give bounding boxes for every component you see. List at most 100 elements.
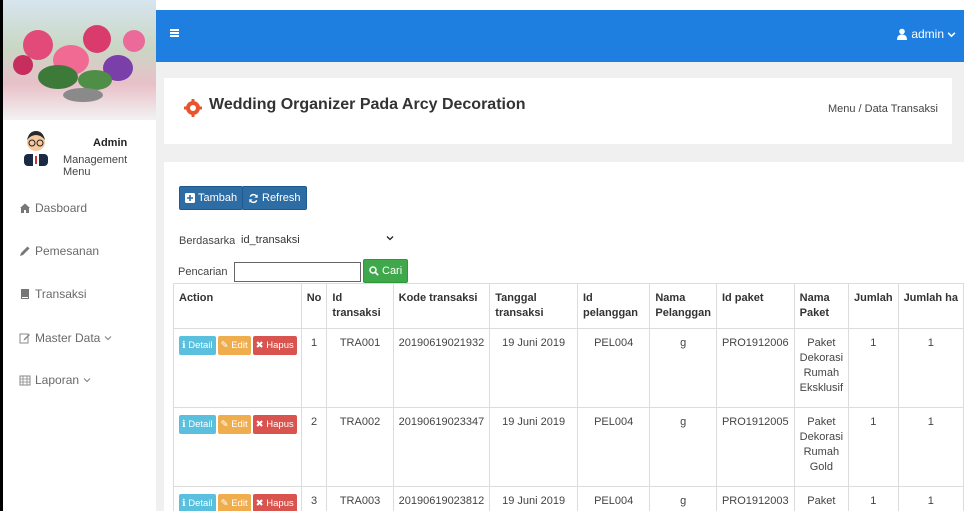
col-no: No	[300, 283, 328, 329]
admin-name: Admin	[93, 137, 128, 149]
user-icon	[897, 28, 908, 40]
col-id-transaksi: Id transaksi	[326, 283, 394, 329]
cell-nama-pelanggan: g	[649, 486, 717, 511]
sidebar-item-label: Pemesanan	[35, 244, 100, 258]
sidebar-item-label: Dasboard	[35, 201, 88, 215]
main-content: Tambah Refresh Berdasarkan: id_transaksi…	[164, 162, 964, 511]
sidebar-item-label: Master Data	[35, 331, 101, 345]
cell-jumlah-hari: 1	[897, 486, 964, 511]
top-navbar: admin	[156, 10, 964, 62]
cell-nama-paket: Paket Dekorasi Rumah Eksklusif	[793, 328, 850, 408]
pencil-icon	[20, 246, 30, 256]
filter-value: id_transaksi	[241, 234, 300, 246]
action-cell: ℹ Detail ✎ Edit ✖ Hapus	[173, 328, 302, 408]
cell-id-paket: PRO1912006	[715, 328, 795, 408]
detail-button[interactable]: ℹ Detail	[179, 336, 216, 355]
detail-button[interactable]: ℹ Detail	[179, 415, 216, 434]
cell-kode: 20190619021932	[392, 328, 491, 408]
cari-button[interactable]: Cari	[363, 259, 409, 283]
col-kode-transaksi: Kode transaksi	[392, 283, 491, 329]
action-cell: ℹ Detail ✎ Edit ✖ Hapus	[173, 407, 302, 487]
cell-nama-pelanggan: g	[649, 407, 717, 487]
cell-tanggal: 19 Juni 2019	[489, 407, 578, 487]
sidebar-item-pemesanan[interactable]: Pemesanan	[19, 244, 99, 258]
detail-button[interactable]: ℹ Detail	[179, 494, 216, 511]
user-menu[interactable]: admin	[896, 27, 956, 41]
edit-button[interactable]: ✎ Edit	[217, 415, 251, 434]
cell-id-pelanggan: PEL004	[576, 407, 651, 487]
page-header: Wedding Organizer Pada Arcy Decoration M…	[164, 78, 952, 144]
cell-kode: 20190619023347	[392, 407, 491, 487]
cell-jumlah: 1	[848, 328, 899, 408]
col-jumlah: Jumlah	[848, 283, 899, 329]
col-nama-pelanggan: Nama Pelanggan	[649, 283, 717, 329]
cell-no: 3	[300, 486, 328, 511]
refresh-button[interactable]: Refresh	[242, 186, 307, 210]
admin-role: Management Menu	[63, 154, 128, 178]
sidebar-item-dasboard[interactable]: Dasboard	[19, 201, 87, 215]
chevron-down-icon	[104, 336, 112, 341]
sidebar-item-label: Transaksi	[35, 287, 87, 301]
breadcrumb: Menu / Data Transaksi	[827, 103, 938, 115]
home-icon	[20, 203, 30, 213]
cell-no: 2	[300, 407, 328, 487]
cell-nama-pelanggan: g	[649, 328, 717, 408]
cell-jumlah: 1	[848, 486, 899, 511]
sidebar-item-master-data[interactable]: Master Data	[19, 331, 112, 345]
edit-icon	[19, 333, 30, 344]
sidebar-item-label: Laporan	[35, 373, 80, 387]
sidebar: Admin Management Menu Dasboard Pemesanan…	[0, 0, 156, 511]
transaksi-table: Action No Id transaksi Kode transaksi Ta…	[173, 283, 964, 511]
cell-jumlah: 1	[848, 407, 899, 487]
cell-id-pelanggan: PEL004	[576, 486, 651, 511]
gear-logo-icon	[184, 99, 202, 117]
cell-id-pelanggan: PEL004	[576, 328, 651, 408]
calendar-icon	[19, 375, 31, 386]
profile-section: Admin Management Menu	[3, 120, 156, 180]
cell-jumlah-hari: 1	[897, 407, 964, 487]
table-header-row: Action No Id transaksi Kode transaksi Ta…	[173, 283, 964, 329]
col-id-pelanggan: Id pelanggan	[576, 283, 651, 329]
cell-nama-paket: Paket Dekorasi Rumah Gold	[793, 407, 850, 487]
cell-no: 1	[300, 328, 328, 408]
cell-id-transaksi: TRA001	[326, 328, 394, 408]
col-id-paket: Id paket	[715, 283, 795, 329]
sidebar-item-laporan[interactable]: Laporan	[19, 373, 91, 387]
user-name: admin	[911, 27, 944, 41]
col-tanggal-transaksi: Tanggal transaksi	[489, 283, 578, 329]
cell-nama-paket: Paket	[793, 486, 850, 511]
cell-jumlah-hari: 1	[897, 328, 964, 408]
cell-id-paket: PRO1912003	[715, 486, 795, 511]
flower-banner-image	[3, 0, 156, 120]
page-title: Wedding Organizer Pada Arcy Decoration	[209, 96, 526, 113]
tambah-button[interactable]: Tambah	[179, 186, 244, 210]
plus-square-icon	[185, 193, 195, 203]
chevron-down-icon	[386, 236, 394, 241]
filter-select[interactable]: id_transaksi	[235, 230, 398, 250]
edit-button[interactable]: ✎ Edit	[217, 494, 251, 511]
search-input[interactable]	[234, 262, 361, 282]
tambah-label: Tambah	[198, 192, 238, 204]
cell-tanggal: 19 Juni 2019	[489, 486, 578, 511]
col-jumlah-hari: Jumlah ha	[897, 283, 964, 329]
refresh-label: Refresh	[262, 192, 301, 204]
cell-tanggal: 19 Juni 2019	[489, 328, 578, 408]
cari-label: Cari	[382, 265, 403, 277]
search-label: Pencarian	[178, 266, 228, 278]
hapus-button[interactable]: ✖ Hapus	[252, 494, 297, 511]
chevron-down-icon	[947, 31, 956, 37]
book-icon	[21, 289, 29, 299]
hapus-button[interactable]: ✖ Hapus	[252, 336, 297, 355]
cell-id-paket: PRO1912005	[715, 407, 795, 487]
table-row: ℹ Detail ✎ Edit ✖ Hapus 2 TRA002 2019061…	[173, 407, 964, 487]
refresh-icon	[249, 193, 258, 203]
edit-button[interactable]: ✎ Edit	[217, 336, 251, 355]
sidebar-item-transaksi[interactable]: Transaksi	[19, 287, 87, 301]
cell-id-transaksi: TRA003	[326, 486, 394, 511]
table-row: ℹ Detail ✎ Edit ✖ Hapus 1 TRA001 2019061…	[173, 328, 964, 408]
col-action: Action	[173, 283, 302, 329]
avatar	[24, 131, 48, 166]
chevron-down-icon	[83, 378, 91, 383]
hamburger-menu-icon[interactable]	[170, 29, 179, 37]
hapus-button[interactable]: ✖ Hapus	[252, 415, 297, 434]
